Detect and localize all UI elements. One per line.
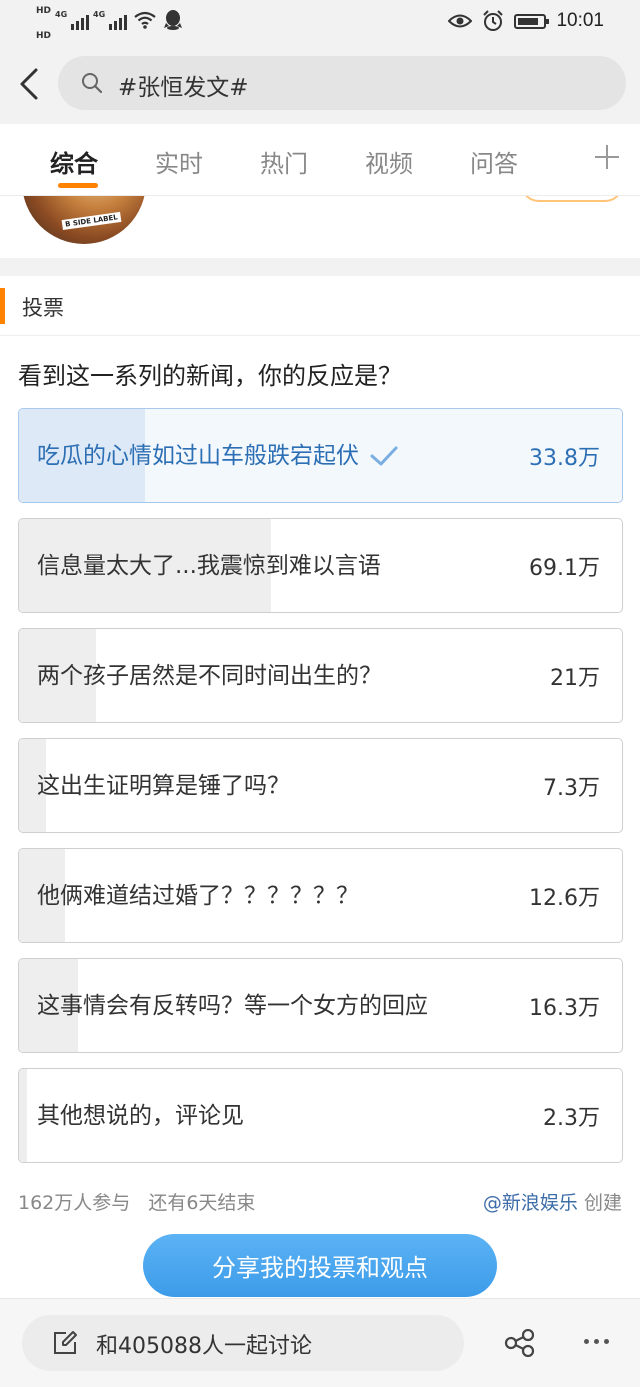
avatar-label: B SIDE LABEL bbox=[61, 211, 122, 231]
network-type-1: 4G bbox=[55, 10, 68, 19]
share-icon[interactable] bbox=[504, 1329, 536, 1357]
tab-qa[interactable]: 问答 bbox=[470, 144, 518, 179]
clock: 10:01 bbox=[556, 10, 604, 31]
share-vote-button[interactable]: 分享我的投票和观点 bbox=[143, 1234, 497, 1297]
bottom-bar: 和405088人一起讨论 bbox=[0, 1298, 640, 1387]
network-type-2: 4G bbox=[93, 10, 106, 19]
vote-option-5[interactable]: 他俩难道结过婚了？？？？？？ 12.6万 bbox=[18, 848, 623, 943]
tab-video[interactable]: 视频 bbox=[365, 144, 413, 179]
vote-option-label: 其他想说的，评论见 bbox=[37, 1102, 244, 1129]
discuss-input[interactable]: 和405088人一起讨论 bbox=[22, 1315, 464, 1371]
vote-option-6[interactable]: 这事情会有反转吗？等一个女方的回应 16.3万 bbox=[18, 958, 623, 1053]
vote-header: 投票 bbox=[0, 276, 640, 336]
signal-icon: 4G bbox=[55, 6, 90, 30]
vote-option-1[interactable]: 吃瓜的心情如过山车般跌宕起伏 33.8万 bbox=[18, 408, 623, 503]
vote-option-label: 他俩难道结过婚了？？？？？？ bbox=[37, 882, 359, 909]
discuss-text: 和405088人一起讨论 bbox=[96, 1334, 312, 1359]
vote-accent-bar bbox=[0, 288, 5, 324]
vote-meta: 162万人参与 还有6天结束 bbox=[18, 1188, 255, 1215]
vote-creator: @新浪娱乐 创建 bbox=[483, 1188, 622, 1215]
hd-icon-1: HD bbox=[36, 6, 52, 16]
section-divider bbox=[0, 258, 640, 276]
vote-option-count: 21万 bbox=[550, 665, 600, 691]
vote-option-count: 7.3万 bbox=[543, 775, 600, 801]
follow-button[interactable] bbox=[520, 196, 624, 202]
vote-option-label: 信息量太大了...我震惊到难以言语 bbox=[37, 552, 381, 579]
vote-option-label-wrap: 吃瓜的心情如过山车般跌宕起伏 bbox=[37, 409, 477, 502]
previous-card: B SIDE LABEL bbox=[0, 196, 640, 258]
battery-icon bbox=[514, 13, 550, 29]
tab-realtime[interactable]: 实时 bbox=[155, 144, 203, 179]
vote-option-count: 16.3万 bbox=[529, 995, 600, 1021]
vote-option-7[interactable]: 其他想说的，评论见 2.3万 bbox=[18, 1068, 623, 1163]
alarm-icon bbox=[483, 10, 504, 31]
tab-comprehensive[interactable]: 综合 bbox=[50, 144, 98, 179]
hd-indicators: HD HD bbox=[36, 6, 51, 42]
status-left: HD HD 4G 4G bbox=[36, 6, 183, 42]
edit-icon bbox=[54, 1331, 77, 1354]
search-query[interactable]: #张恒发文# bbox=[118, 68, 249, 102]
tab-bar: 综合 实时 热门 视频 问答 bbox=[0, 124, 640, 196]
vote-participants: 162万人参与 bbox=[18, 1192, 131, 1214]
creator-link[interactable]: @新浪娱乐 bbox=[483, 1192, 578, 1214]
search-bar[interactable]: #张恒发文# bbox=[58, 56, 626, 110]
signal-icon-2: 4G bbox=[93, 6, 128, 30]
vote-section-title: 投票 bbox=[22, 296, 64, 320]
wifi-icon bbox=[134, 11, 156, 29]
plus-icon[interactable] bbox=[592, 142, 622, 172]
status-right: 10:01 bbox=[448, 10, 604, 32]
qq-icon bbox=[164, 10, 183, 30]
eye-icon bbox=[448, 14, 473, 28]
vote-option-count: 69.1万 bbox=[529, 555, 600, 581]
vote-option-label: 两个孩子居然是不同时间出生的？ bbox=[37, 662, 382, 689]
check-icon bbox=[370, 446, 398, 465]
search-header: #张恒发文# bbox=[0, 44, 640, 124]
vote-option-3[interactable]: 两个孩子居然是不同时间出生的？ 21万 bbox=[18, 628, 623, 723]
hd-icon-2: HD bbox=[36, 31, 52, 41]
vote-option-label: 这出生证明算是锤了吗？ bbox=[37, 772, 290, 799]
more-icon[interactable] bbox=[584, 1339, 609, 1344]
vote-option-label: 吃瓜的心情如过山车般跌宕起伏 bbox=[37, 442, 359, 469]
creator-suffix: 创建 bbox=[583, 1192, 622, 1214]
vote-option-count: 12.6万 bbox=[529, 885, 600, 911]
active-tab-indicator bbox=[58, 183, 98, 188]
vote-option-count: 33.8万 bbox=[529, 445, 600, 471]
vote-question: 看到这一系列的新闻，你的反应是？ bbox=[18, 362, 402, 390]
back-arrow-icon[interactable] bbox=[14, 64, 44, 104]
search-icon bbox=[82, 73, 103, 94]
vote-remaining-time: 还有6天结束 bbox=[148, 1192, 256, 1214]
vote-option-label: 这事情会有反转吗？等一个女方的回应 bbox=[37, 992, 428, 1019]
status-bar: HD HD 4G 4G 10:01 bbox=[0, 0, 640, 44]
vote-option-count: 2.3万 bbox=[543, 1105, 600, 1131]
vote-option-4[interactable]: 这出生证明算是锤了吗？ 7.3万 bbox=[18, 738, 623, 833]
vote-option-2[interactable]: 信息量太大了...我震惊到难以言语 69.1万 bbox=[18, 518, 623, 613]
vote-option-fill bbox=[19, 1069, 28, 1162]
avatar[interactable]: B SIDE LABEL bbox=[22, 196, 146, 244]
tab-hot[interactable]: 热门 bbox=[260, 144, 308, 179]
